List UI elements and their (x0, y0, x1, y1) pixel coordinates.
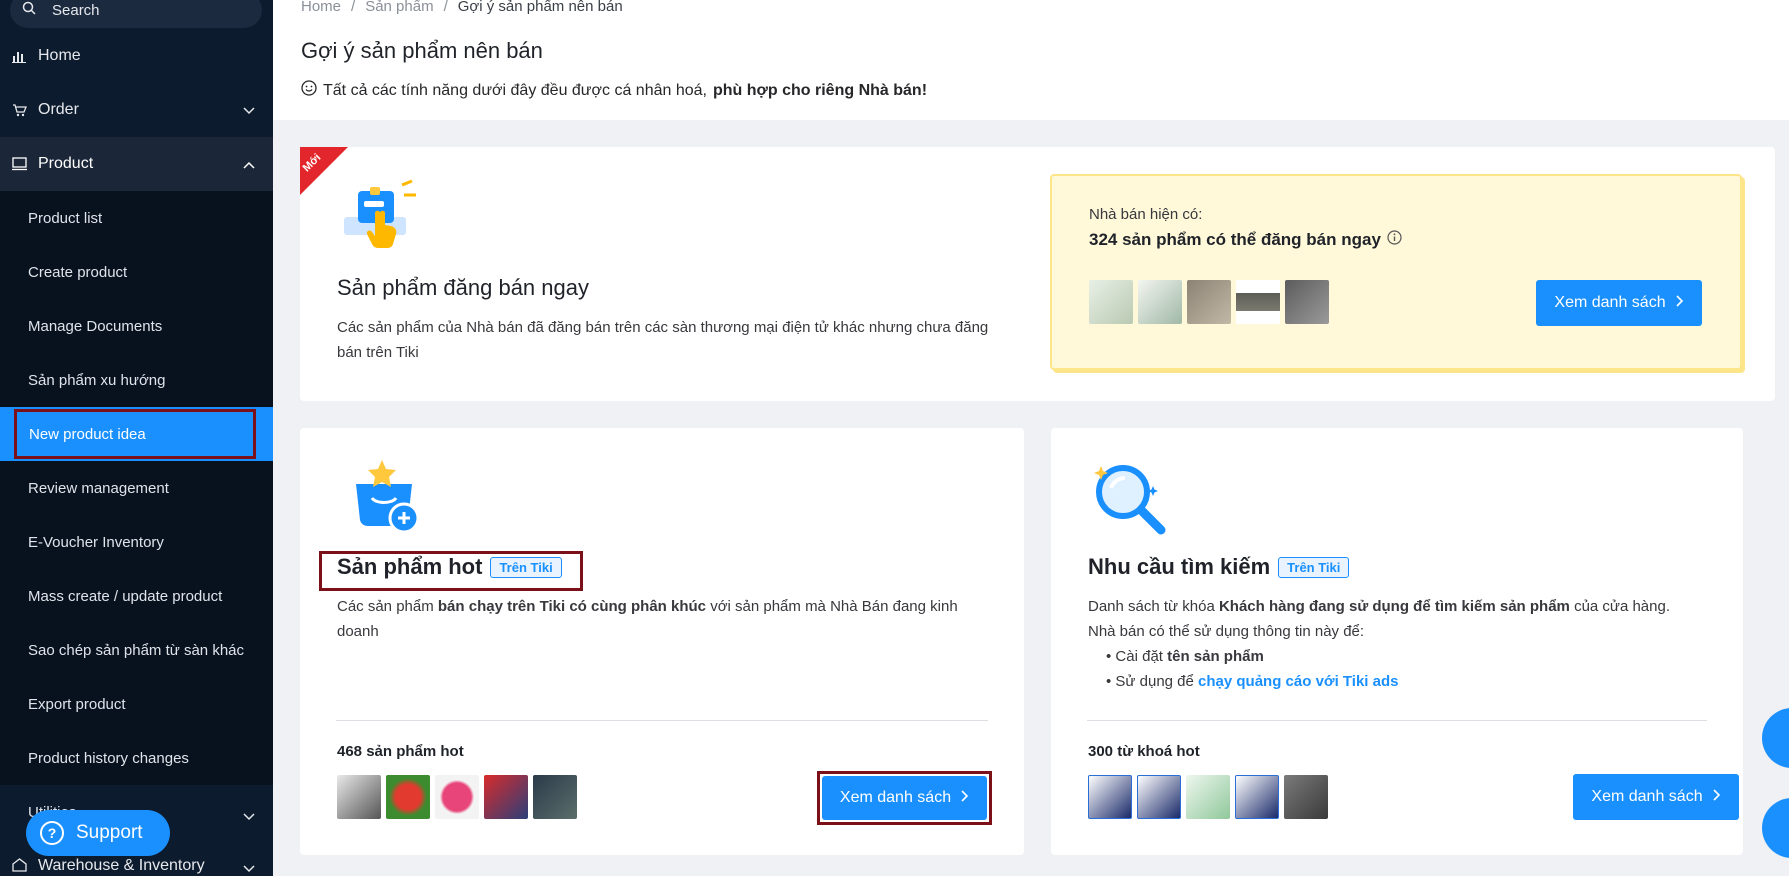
sidebar: Search Home Order Product Product list C… (0, 0, 273, 876)
highlight-frame-title (319, 551, 583, 591)
sidebar-item-export-product[interactable]: Export product (0, 677, 273, 731)
view-list-button[interactable]: Xem danh sách (822, 776, 987, 820)
product-thumbnail[interactable] (1187, 280, 1231, 324)
search-label: Search (52, 1, 100, 19)
sidebar-item-trending-products[interactable]: Sản phẩm xu hướng (0, 353, 273, 407)
sidebar-item-new-product-idea[interactable]: New product idea (14, 409, 256, 459)
keyword-count: 300 từ khoá hot (1088, 743, 1200, 760)
chevron-right-icon (1676, 294, 1684, 312)
sidebar-item-product-list[interactable]: Product list (0, 191, 273, 245)
on-tiki-tag: Trên Tiki (1278, 556, 1350, 578)
sidebar-item-copy-products[interactable]: Sao chép sản phẩm từ sàn khác (0, 623, 273, 677)
product-thumbnail[interactable] (1137, 775, 1181, 819)
breadcrumb: Home / Sản phẩm / Gợi ý sản phẩm nên bán (301, 0, 623, 15)
sidebar-item-create-product[interactable]: Create product (0, 245, 273, 299)
subtitle-bold: phù hợp cho riêng Nhà bán! (712, 81, 928, 99)
page-header: Home / Sản phẩm / Gợi ý sản phẩm nên bán… (273, 0, 1789, 120)
card-title-row: Nhu cầu tìm kiếm Trên Tiki (1088, 554, 1350, 580)
product-thumbnail[interactable] (1088, 775, 1132, 819)
smile-icon (301, 80, 317, 101)
product-thumbnail[interactable] (1138, 280, 1182, 324)
support-button[interactable]: ? Support (26, 810, 170, 856)
sidebar-item-review-management[interactable]: Review management (0, 461, 273, 515)
sidebar-item-e-voucher-inventory[interactable]: E-Voucher Inventory (0, 515, 273, 569)
chevron-right-icon (961, 789, 969, 807)
cart-icon (11, 102, 27, 118)
product-thumbnails (1089, 280, 1334, 324)
hot-basket-icon (348, 458, 424, 539)
card-title: Nhu cầu tìm kiếm (1088, 554, 1271, 579)
available-products-panel: Nhà bán hiện có: 324 sản phẩm có thể đăn… (1050, 174, 1742, 370)
card-search-demand: Nhu cầu tìm kiếm Trên Tiki Danh sách từ … (1051, 428, 1743, 855)
floating-action-button[interactable] (1762, 708, 1789, 768)
product-thumbnail[interactable] (337, 775, 381, 819)
sidebar-item-label: Home (38, 47, 81, 64)
breadcrumb-separator: / (443, 0, 448, 15)
sidebar-search[interactable]: Search (10, 0, 262, 28)
divider (336, 720, 988, 721)
touch-card-icon (340, 177, 420, 262)
sidebar-item-label: Warehouse & Inventory (38, 857, 205, 874)
view-list-button[interactable]: Xem danh sách (1536, 280, 1702, 326)
product-thumbnail[interactable] (1235, 775, 1279, 819)
page-subtitle: Tất cả các tính năng dưới đây đều được c… (301, 80, 927, 101)
sidebar-item-manage-documents[interactable]: Manage Documents (0, 299, 273, 353)
sidebar-item-label: Order (38, 101, 79, 118)
product-thumbnail[interactable] (386, 775, 430, 819)
product-thumbnail[interactable] (484, 775, 528, 819)
product-thumbnail[interactable] (1236, 280, 1280, 324)
view-list-button[interactable]: Xem danh sách (1573, 774, 1739, 820)
card-hot-products: Sản phẩm hot Trên Tiki Các sản phẩm bán … (300, 428, 1024, 855)
card-description: Các sản phẩm bán chạy trên Tiki có cùng … (337, 598, 958, 640)
sidebar-item-mass-create-update[interactable]: Mass create / update product (0, 569, 273, 623)
sidebar-item-order[interactable]: Order (0, 83, 273, 137)
breadcrumb-current: Gợi ý sản phẩm nên bán (457, 0, 623, 15)
available-label: Nhà bán hiện có: (1089, 206, 1203, 223)
chevron-up-icon (243, 156, 255, 174)
warehouse-icon (11, 857, 27, 873)
chevron-down-icon (243, 808, 255, 825)
chevron-right-icon (1713, 788, 1721, 806)
product-thumbnails (337, 775, 582, 819)
product-thumbnail[interactable] (533, 775, 577, 819)
question-icon: ? (40, 821, 64, 845)
divider (1087, 720, 1707, 721)
breadcrumb-separator: / (351, 0, 356, 15)
product-thumbnail[interactable] (435, 775, 479, 819)
hot-count: 468 sản phẩm hot (337, 743, 464, 760)
sidebar-item-product[interactable]: Product (0, 137, 273, 191)
keyword-thumbnails (1088, 775, 1333, 819)
tiki-ads-link[interactable]: chạy quảng cáo với Tiki ads (1198, 673, 1398, 690)
product-thumbnail[interactable] (1284, 775, 1328, 819)
card-description: Danh sách từ khóa Khách hàng đang sử dụn… (1088, 598, 1671, 690)
product-thumbnail[interactable] (1089, 280, 1133, 324)
chat-button[interactable] (1762, 798, 1789, 858)
page-title: Gợi ý sản phẩm nên bán (301, 38, 543, 63)
card-title: Sản phẩm đăng bán ngay (337, 275, 589, 300)
subtitle-text: Tất cả các tính năng dưới đây đều được c… (323, 81, 707, 99)
sidebar-item-label: Product (38, 155, 94, 172)
breadcrumb-home[interactable]: Home (301, 0, 341, 15)
card-description: Các sản phẩm của Nhà bán đã đăng bán trê… (337, 319, 989, 361)
product-icon (11, 156, 27, 172)
magnifier-icon (1091, 460, 1171, 545)
support-label: Support (76, 822, 143, 843)
sidebar-item-product-history[interactable]: Product history changes (0, 731, 273, 785)
chevron-down-icon (243, 102, 255, 120)
product-thumbnail[interactable] (1285, 280, 1329, 324)
available-count: 324 sản phẩm có thể đăng bán ngay (1089, 230, 1402, 250)
search-icon (22, 1, 36, 19)
chart-icon (11, 48, 27, 64)
info-icon[interactable] (1387, 230, 1402, 250)
sidebar-item-home[interactable]: Home (0, 29, 273, 83)
product-thumbnail[interactable] (1186, 775, 1230, 819)
chevron-down-icon (243, 860, 255, 876)
breadcrumb-products[interactable]: Sản phẩm (365, 0, 433, 15)
